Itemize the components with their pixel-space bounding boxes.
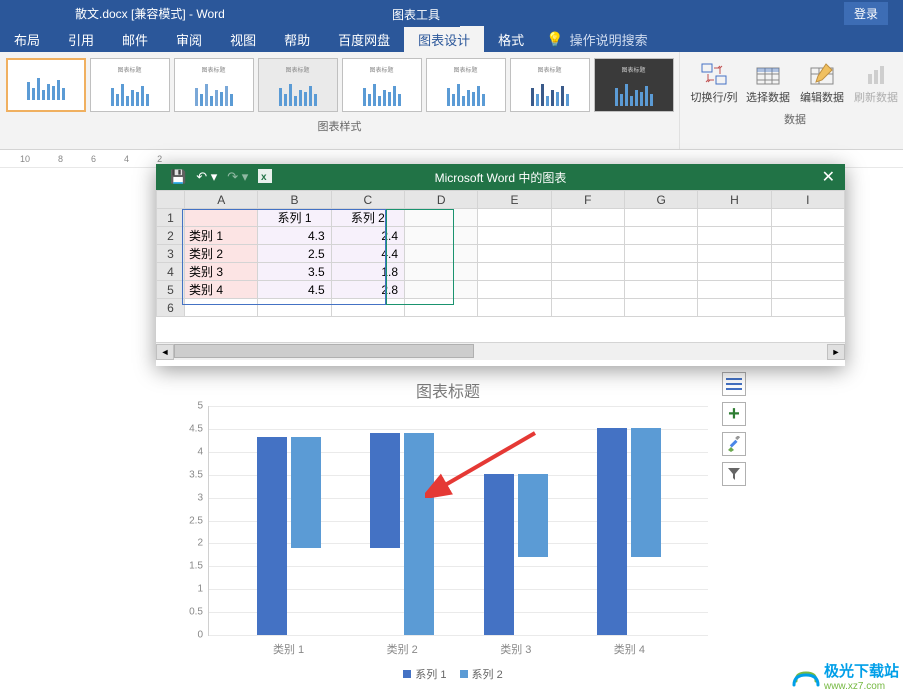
refresh-icon [860,58,892,90]
chart-legend[interactable]: 系列 1 系列 2 [178,666,718,682]
col-f[interactable]: F [551,191,624,209]
chart-style-4[interactable]: 图表标题 [258,58,338,112]
close-icon[interactable]: ✕ [822,167,835,187]
redo-icon[interactable]: ↷ ▾ [227,169,248,185]
tell-me-input[interactable]: 操作说明搜索 [570,30,648,49]
data-group: 切换行/列 选择数据 编辑数据 刷新数据 数据 [680,52,903,149]
chart-styles-group: 图表标题 图表标题 图表标题 图表标题 图表标题 图表标题 图表标题 图表样式 [0,52,680,149]
watermark-logo-icon [792,665,820,687]
legend-swatch-2 [460,670,468,678]
col-g[interactable]: G [625,191,698,209]
svg-text:x: x [261,172,267,183]
excel-scrollbar[interactable]: ◄ ► [156,342,845,360]
scroll-left-icon[interactable]: ◄ [156,344,174,360]
chart-filter-button[interactable] [722,462,746,486]
chart-object[interactable]: 图表标题 00.511.522.533.544.55类别 1类别 2类别 3类别… [178,378,718,688]
edit-data-button[interactable]: 编辑数据 [798,58,846,105]
lightbulb-icon: 💡 [546,31,563,48]
chart-style-8[interactable]: 图表标题 [594,58,674,112]
chart-style-2[interactable]: 图表标题 [90,58,170,112]
excel-titlebar: 💾 ↶ ▾ ↷ ▾ x Microsoft Word 中的图表 ✕ [156,164,845,190]
ribbon-content: 图表标题 图表标题 图表标题 图表标题 图表标题 图表标题 图表标题 图表样式 … [0,52,903,150]
scroll-thumb[interactable] [174,344,474,358]
login-button[interactable]: 登录 [844,2,888,25]
styles-group-label: 图表样式 [318,118,362,134]
undo-icon[interactable]: ↶ ▾ [196,169,217,185]
col-e[interactable]: E [478,191,551,209]
switch-icon [698,58,730,90]
chart-styles-button[interactable] [722,432,746,456]
plot-area[interactable]: 00.511.522.533.544.55类别 1类别 2类别 3类别 4 [208,406,708,636]
col-i[interactable]: I [771,191,844,209]
chart-side-buttons: + [722,372,746,486]
document-title: 散文.docx [兼容模式] - Word [75,5,225,22]
excel-data-window: 💾 ↶ ▾ ↷ ▾ x Microsoft Word 中的图表 ✕ A B C … [156,164,845,366]
col-b[interactable]: B [258,191,331,209]
scroll-right-icon[interactable]: ► [827,344,845,360]
tab-baidu[interactable]: 百度网盘 [324,26,404,52]
select-all-corner[interactable] [157,191,185,209]
tab-layout[interactable]: 布局 [0,26,54,52]
chart-tools-tab: 图表工具 [372,0,460,27]
chart-elements-button[interactable]: + [722,402,746,426]
chart-style-6[interactable]: 图表标题 [426,58,506,112]
refresh-data-button: 刷新数据 [852,58,900,105]
chart-title[interactable]: 图表标题 [178,378,718,402]
col-h[interactable]: H [698,191,771,209]
excel-grid[interactable]: A B C D E F G H I 1系列 1系列 2 2类别 14.32.4 … [156,190,845,342]
col-a[interactable]: A [185,191,258,209]
col-c[interactable]: C [331,191,404,209]
tab-format[interactable]: 格式 [484,26,538,52]
chart-style-7[interactable]: 图表标题 [510,58,590,112]
select-data-button[interactable]: 选择数据 [744,58,792,105]
legend-swatch-1 [403,670,411,678]
tab-mailings[interactable]: 邮件 [108,26,162,52]
chart-layout-button[interactable] [722,372,746,396]
switch-row-col-button[interactable]: 切换行/列 [690,58,738,105]
watermark: 极光下载站 www.xz7.com [792,660,899,692]
excel-icon[interactable]: x [258,169,272,186]
save-icon[interactable]: 💾 [170,169,186,185]
excel-window-title: Microsoft Word 中的图表 [435,169,567,186]
chart-style-5[interactable]: 图表标题 [342,58,422,112]
select-data-icon [752,58,784,90]
document-area: 💾 ↶ ▾ ↷ ▾ x Microsoft Word 中的图表 ✕ A B C … [0,168,903,696]
chart-style-3[interactable]: 图表标题 [174,58,254,112]
ribbon-tabs: 布局 引用 邮件 审阅 视图 帮助 百度网盘 图表设计 格式 💡 操作说明搜索 [0,26,903,52]
tab-view[interactable]: 视图 [216,26,270,52]
col-d[interactable]: D [405,191,478,209]
tab-review[interactable]: 审阅 [162,26,216,52]
tab-references[interactable]: 引用 [54,26,108,52]
chart-style-1[interactable] [6,58,86,112]
tab-chart-design[interactable]: 图表设计 [404,26,484,52]
word-titlebar: 散文.docx [兼容模式] - Word 图表工具 登录 [0,0,903,26]
edit-data-icon [806,58,838,90]
tab-help[interactable]: 帮助 [270,26,324,52]
data-group-label: 数据 [784,111,806,127]
